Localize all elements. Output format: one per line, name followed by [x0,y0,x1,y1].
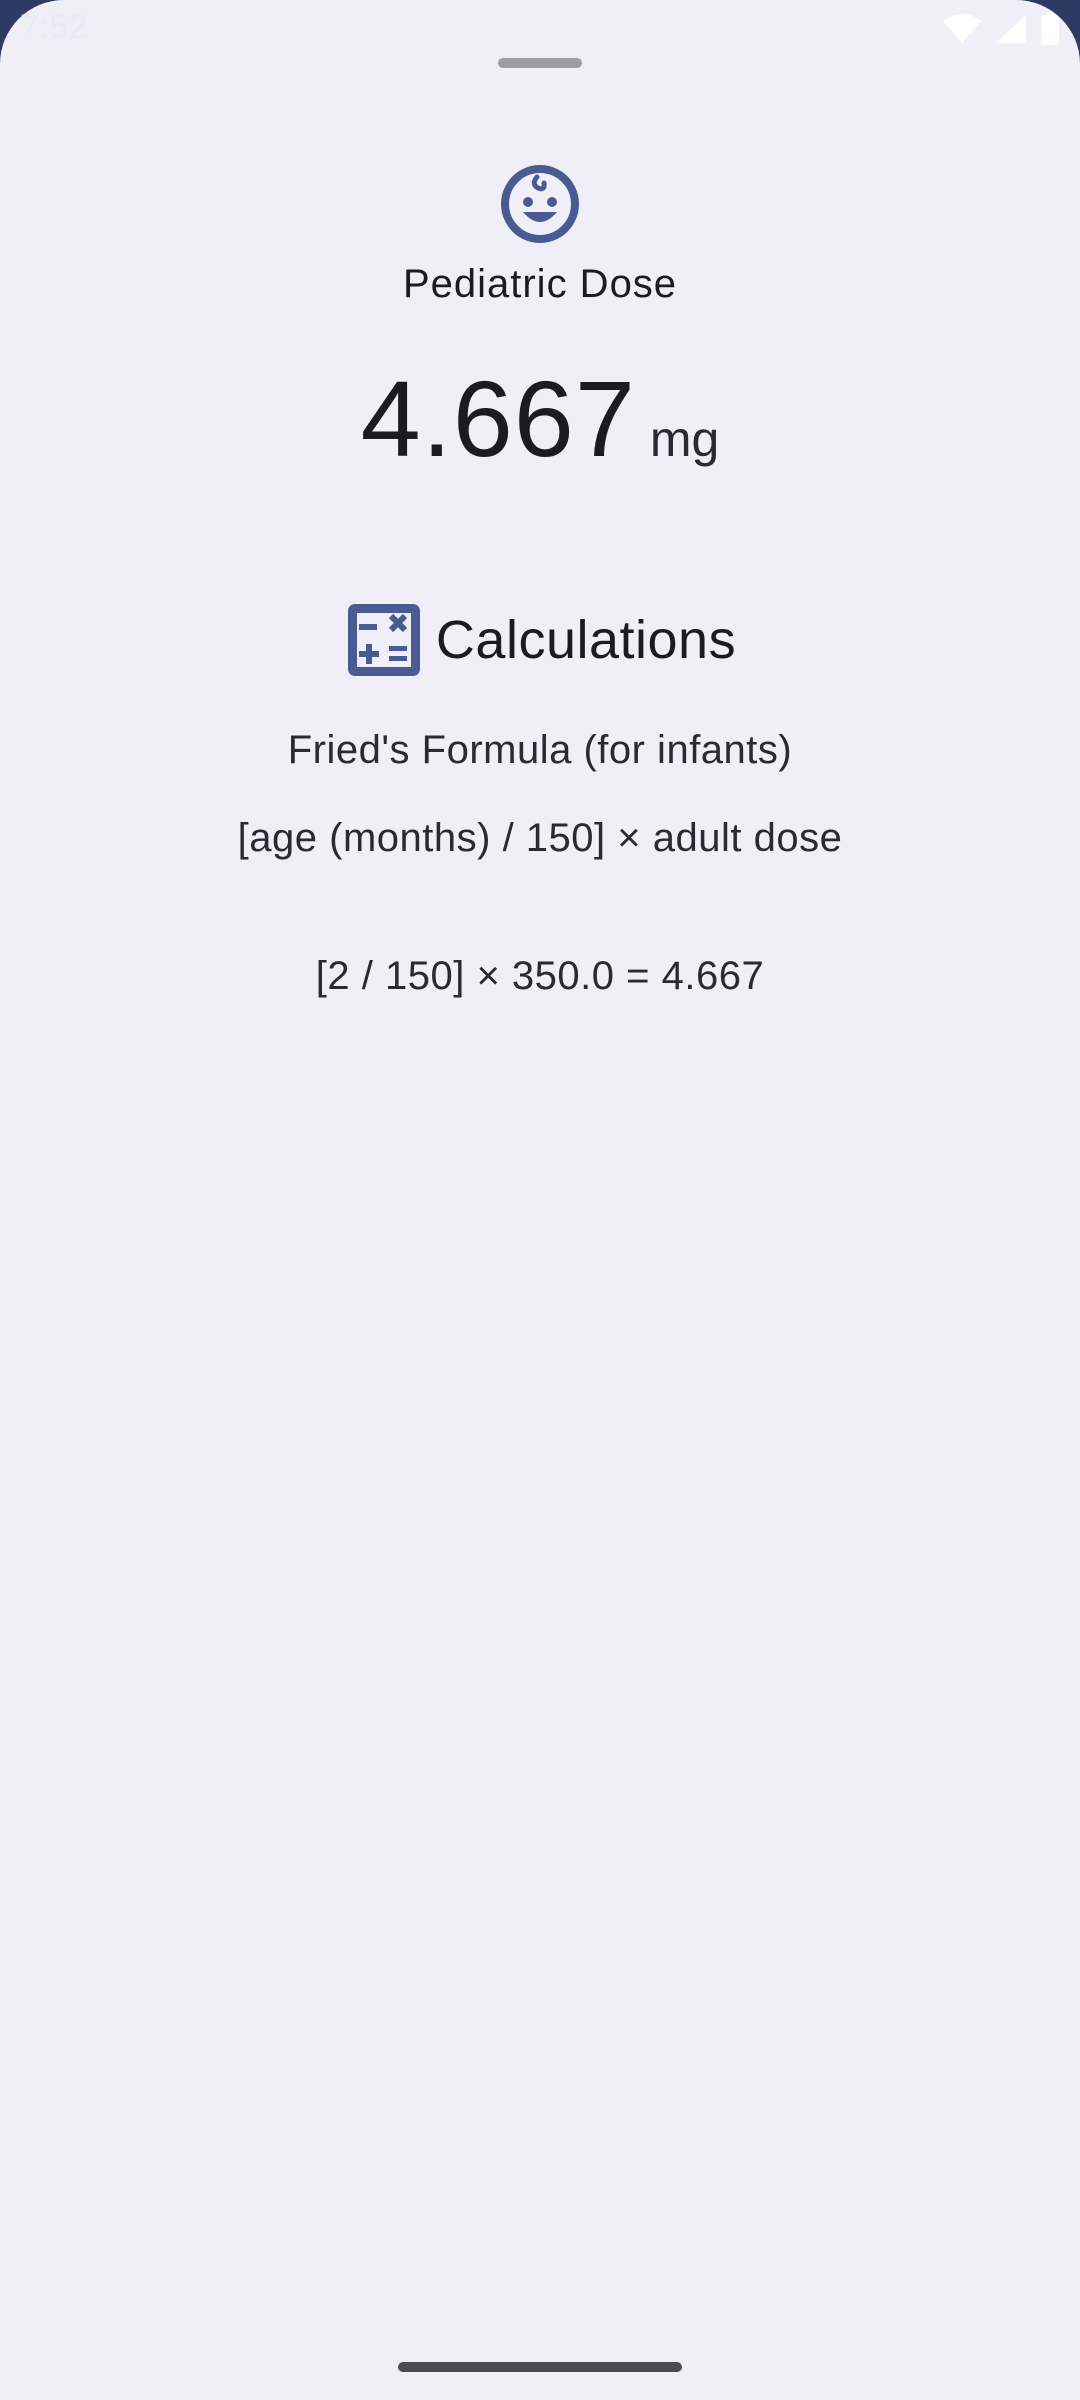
status-bar: 7:52 [0,0,1080,60]
dose-result: 4.667 mg [0,356,1080,481]
status-icons [942,12,1060,46]
bottom-sheet: Pediatric Dose 4.667 mg Calculations Frie… [0,0,1080,2400]
home-indicator[interactable] [398,2362,682,2372]
dose-unit: mg [649,411,720,467]
wifi-icon [943,14,981,43]
formula-calculation: [2 / 150] × 350.0 = 4.667 [315,954,765,998]
formula-name: Fried's Formula (for infants) [287,728,793,772]
screen: 7:52 Pediatric Dose 4.667 mg Calculation… [0,0,1080,2400]
calculations-title: Calculations [435,610,737,670]
baby-face-icon [501,165,579,243]
status-time: 7:52 [20,8,89,46]
cellular-signal-icon [996,15,1026,43]
calculator-icon [347,604,420,676]
battery-icon [1041,12,1059,45]
calculations-header: Calculations [0,600,1080,680]
formula-expression: [age (months) / 150] × adult dose [237,816,843,860]
page-title: Pediatric Dose [402,262,678,306]
dose-value: 4.667 [360,358,636,479]
